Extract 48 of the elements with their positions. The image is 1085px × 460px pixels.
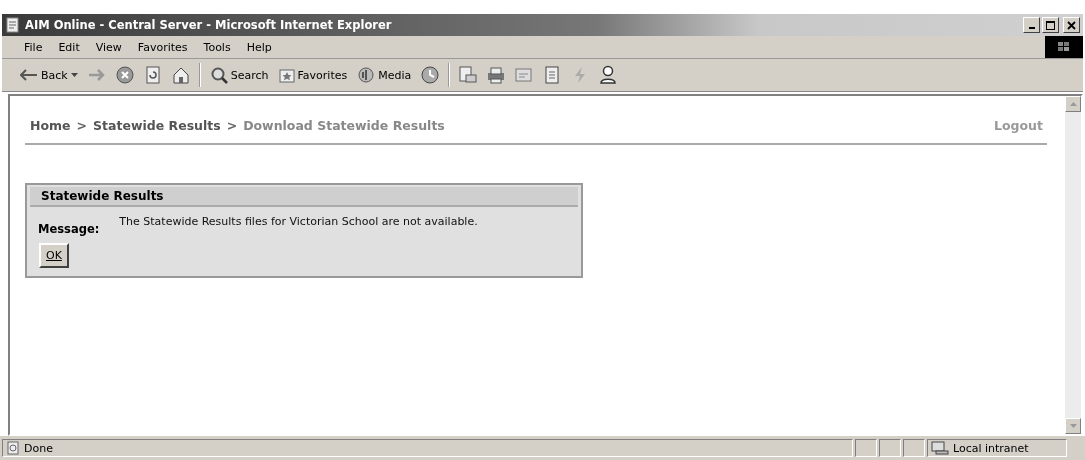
menu-item[interactable]: Edit: [50, 40, 88, 54]
scroll-down-button[interactable]: [1065, 418, 1081, 434]
menu-item[interactable]: File: [16, 40, 51, 54]
scroll-up-button[interactable]: [1065, 96, 1081, 112]
breadcrumb-current: Download Statewide Results: [243, 118, 445, 133]
printer-icon: [486, 65, 507, 85]
ok-button[interactable]: OK: [39, 243, 69, 268]
clock-icon: [420, 65, 441, 85]
minimize-button[interactable]: [1023, 17, 1040, 33]
person-icon: [598, 65, 619, 85]
page-icon: [6, 441, 20, 455]
window-title: AIM Online - Central Server - Microsoft Internet Explorer: [25, 18, 392, 32]
message-text: The Statewide Results files for Victorian School are not available.: [119, 215, 479, 230]
status-pane: [855, 439, 877, 457]
status-pane: [903, 439, 925, 457]
message-label: Message:: [38, 221, 100, 236]
back-arrow-icon: [20, 69, 38, 81]
browser-icon: [5, 17, 21, 33]
down-arrow-icon: [1069, 424, 1077, 428]
close-button[interactable]: [1063, 17, 1080, 33]
favorites-button[interactable]: Favorites: [274, 65, 352, 85]
breadcrumb-separator: >: [76, 118, 88, 133]
search-button[interactable]: Search: [205, 64, 273, 86]
menu-item[interactable]: View: [87, 40, 130, 54]
stop-icon: [114, 65, 135, 85]
maximize-button[interactable]: [1042, 17, 1059, 33]
up-arrow-icon: [1069, 102, 1077, 106]
maximize-icon: [1046, 20, 1055, 30]
breadcrumb-link[interactable]: Statewide Results: [93, 118, 221, 133]
breadcrumb-link[interactable]: Home: [30, 118, 71, 133]
media-icon: [357, 66, 376, 84]
menu-item[interactable]: Help: [238, 40, 280, 54]
status-pane: [879, 439, 901, 457]
close-icon: [1067, 20, 1076, 30]
status-text: Done: [2, 439, 853, 457]
home-icon: [170, 65, 191, 85]
computer-icon: [931, 441, 949, 455]
media-button[interactable]: Media: [353, 64, 416, 86]
breadcrumb-separator: >: [226, 118, 238, 133]
menu-item[interactable]: Tools: [195, 40, 239, 54]
security-zone: Local intranet: [927, 439, 1067, 457]
back-button[interactable]: Back: [16, 66, 82, 84]
panel-title: Statewide Results: [30, 187, 578, 207]
mail-icon: [458, 65, 479, 85]
dropdown-caret-icon: [70, 73, 78, 77]
menu-item[interactable]: Favorites: [129, 40, 196, 54]
search-icon: [209, 66, 228, 84]
edit-icon: [514, 65, 535, 85]
